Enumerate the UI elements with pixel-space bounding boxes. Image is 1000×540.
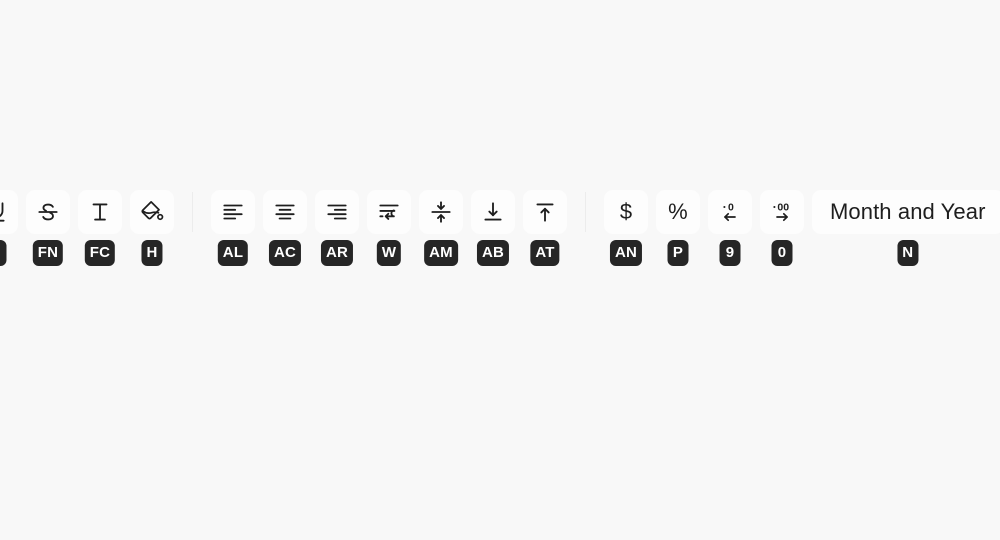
shortcut-badge: AR (320, 240, 354, 266)
font-style-group: 3 FN FC (0, 190, 174, 266)
percent-format-button[interactable]: % P (656, 190, 700, 266)
align-top-button[interactable]: AT (523, 190, 567, 266)
underline-button[interactable]: 3 (0, 190, 18, 266)
align-center-icon (272, 199, 298, 225)
month-and-year-label: Month and Year (830, 199, 986, 224)
text-color-icon (87, 199, 113, 225)
fill-color-button[interactable]: H (130, 190, 174, 266)
shortcut-badge: P (667, 240, 689, 266)
align-center-button[interactable]: AC (263, 190, 307, 266)
underline-icon (0, 199, 9, 225)
text-wrap-icon (376, 199, 402, 225)
shortcut-badge: W (376, 240, 402, 266)
strikethrough-button[interactable]: FN (26, 190, 70, 266)
shortcut-badge: 3 (0, 240, 7, 266)
shortcut-badge: 0 (771, 240, 793, 266)
align-right-icon (324, 199, 350, 225)
alignment-group: AL AC AR W AM AB AT (211, 190, 567, 266)
align-middle-button[interactable]: AM (419, 190, 463, 266)
svg-text:0: 0 (728, 202, 734, 214)
align-middle-icon (428, 199, 454, 225)
strikethrough-icon (35, 199, 61, 225)
percent-icon: % (668, 199, 688, 224)
shortcut-badge: AM (424, 240, 458, 266)
shortcut-badge: FN (32, 240, 64, 266)
decrease-decimal-button[interactable]: 0 9 (708, 190, 752, 266)
align-bottom-icon (480, 199, 506, 225)
cell-formatting-toolbar: 3 FN FC (0, 190, 1000, 266)
shortcut-badge: N (897, 240, 919, 266)
align-bottom-button[interactable]: AB (471, 190, 515, 266)
currency-format-button[interactable]: $ AN (604, 190, 648, 266)
toolbar-separator (585, 192, 586, 232)
fill-color-icon (138, 198, 166, 226)
align-top-icon (532, 199, 558, 225)
shortcut-badge: FC (84, 240, 116, 266)
shortcut-badge: 9 (719, 240, 741, 266)
number-format-group: $ AN % P 0 9 00 0 Month and Year N (604, 190, 1000, 266)
align-left-icon (220, 199, 246, 225)
increase-decimal-icon: 00 (768, 198, 796, 226)
dollar-icon: $ (619, 199, 633, 224)
shortcut-badge: H (141, 240, 163, 266)
text-wrap-button[interactable]: W (367, 190, 411, 266)
shortcut-badge: AL (217, 240, 249, 266)
align-right-button[interactable]: AR (315, 190, 359, 266)
shortcut-badge: AN (609, 240, 643, 266)
shortcut-badge: AC (268, 240, 302, 266)
svg-text:00: 00 (777, 202, 789, 214)
increase-decimal-button[interactable]: 00 0 (760, 190, 804, 266)
toolbar-separator (192, 192, 193, 232)
shortcut-badge: AB (476, 240, 510, 266)
decrease-decimal-icon: 0 (716, 198, 744, 226)
align-left-button[interactable]: AL (211, 190, 255, 266)
shortcut-badge: AT (530, 240, 560, 266)
month-and-year-format-button[interactable]: Month and Year N (812, 190, 1000, 266)
text-color-button[interactable]: FC (78, 190, 122, 266)
